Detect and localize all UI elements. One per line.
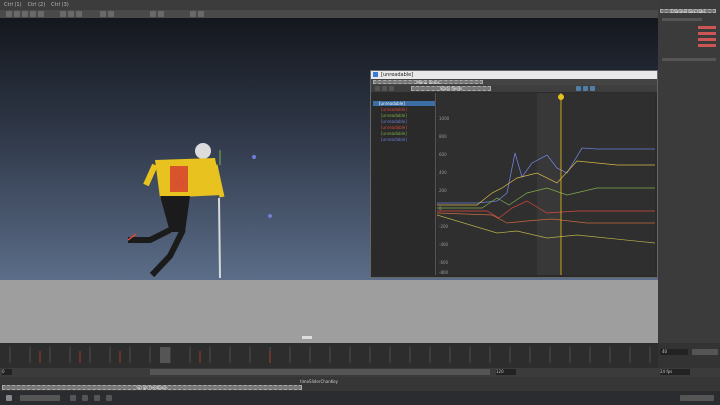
snap-point-icon[interactable]	[76, 11, 82, 17]
y-tick: 600	[439, 152, 447, 157]
command-line: timeSliderChanKey Script feedback	[0, 377, 720, 391]
grid-toggle-icon[interactable]	[158, 11, 164, 17]
script-feedback: Script feedback	[2, 385, 302, 390]
camera-icon[interactable]	[150, 11, 156, 17]
command-status-label: timeSliderChanKey	[300, 379, 339, 384]
taskbar-app-icon[interactable]	[106, 395, 112, 401]
graph-view[interactable]: 1000 800 600 400 200 0 -200 -400 -600 -8…	[437, 93, 655, 275]
y-tick: 800	[439, 134, 447, 139]
y-tick: 200	[439, 188, 447, 193]
maya-logo-icon	[373, 72, 378, 77]
shading-icon[interactable]	[190, 11, 196, 17]
channel-field[interactable]	[698, 44, 716, 47]
timeline-right-controls: 40	[658, 343, 720, 368]
rotate-tool-icon[interactable]	[30, 11, 36, 17]
y-tick: 400	[439, 170, 447, 175]
graph-editor-title: [unreadable]	[381, 72, 414, 78]
graph-editor-toolbar: Stats fields	[371, 85, 657, 92]
viewport-indicator	[302, 336, 312, 339]
y-tick: -200	[439, 224, 449, 229]
time-slider[interactable]	[0, 343, 658, 368]
channel-box-node-name-2[interactable]	[662, 58, 716, 61]
move-tool-icon[interactable]	[22, 11, 28, 17]
channel-field[interactable]	[698, 32, 716, 35]
ground-plane	[0, 280, 658, 343]
outliner-selected-row[interactable]: [unreadable]	[373, 101, 435, 106]
graph-outliner: [unreadable] [unreadable] [unreadable] […	[373, 93, 436, 275]
channel-field[interactable]	[698, 38, 716, 41]
channel-field[interactable]	[698, 26, 716, 29]
normalize-icon[interactable]	[590, 86, 595, 91]
range-end-field[interactable]: 120	[496, 369, 516, 375]
current-frame-field[interactable]: 40	[660, 349, 688, 355]
outliner-selected-label: [unreadable]	[379, 101, 405, 106]
range-bar[interactable]	[150, 369, 490, 375]
taskbar-app-icon[interactable]	[94, 395, 100, 401]
insert-key-icon[interactable]	[382, 86, 387, 91]
ipr-render-icon[interactable]	[108, 11, 114, 17]
key-tool-icon[interactable]	[375, 86, 380, 91]
scale-tool-icon[interactable]	[38, 11, 44, 17]
tool-shelf	[0, 10, 660, 18]
search-field[interactable]	[20, 395, 60, 401]
channel-box-node-name[interactable]	[662, 18, 702, 21]
y-tick: -800	[439, 270, 449, 275]
taskbar-app-icon[interactable]	[70, 395, 76, 401]
menu-item-3[interactable]: Ctrl (3)	[51, 2, 69, 8]
fps-dropdown[interactable]: 24 fps	[660, 369, 690, 375]
os-taskbar	[0, 391, 720, 405]
main-menu-bar: Ctrl (1) Ctrl (2) Ctrl (3)	[0, 0, 720, 10]
select-tool-icon[interactable]	[6, 11, 12, 17]
snap-curve-icon[interactable]	[68, 11, 74, 17]
lighting-icon[interactable]	[198, 11, 204, 17]
channel-box-panel: Channel box tabs	[658, 0, 720, 343]
snap-grid-icon[interactable]	[60, 11, 66, 17]
graph-editor-window: [unreadable] Menu items Stats fields [un…	[370, 70, 658, 278]
taskbar-app-icon[interactable]	[82, 395, 88, 401]
system-tray	[680, 395, 714, 401]
frame-selection-icon[interactable]	[583, 86, 588, 91]
playback-controls[interactable]	[692, 349, 718, 355]
frame-all-icon[interactable]	[576, 86, 581, 91]
y-tick: 0	[439, 206, 442, 211]
channel-box-tabs: Channel box tabs	[660, 9, 716, 14]
start-icon[interactable]	[6, 395, 12, 401]
menu-item-2[interactable]: Ctrl (2)	[28, 2, 46, 8]
lasso-tool-icon[interactable]	[14, 11, 20, 17]
graph-editor-titlebar[interactable]: [unreadable]	[371, 71, 657, 79]
channel-item[interactable]: [unreadable]	[381, 137, 407, 143]
menu-item-1[interactable]: Ctrl (1)	[4, 2, 22, 8]
range-start-field[interactable]: 0	[2, 369, 12, 375]
render-icon[interactable]	[100, 11, 106, 17]
tangent-icon[interactable]	[389, 86, 394, 91]
playhead-marker[interactable]	[558, 94, 564, 100]
range-slider[interactable]: 0 120 24 fps	[0, 368, 720, 377]
y-tick: -400	[439, 242, 449, 247]
y-tick: 1000	[439, 116, 450, 121]
y-tick: -600	[439, 260, 449, 265]
stats-fields: Stats fields	[411, 86, 491, 91]
graph-editor-menu-items: Menu items	[373, 80, 483, 85]
